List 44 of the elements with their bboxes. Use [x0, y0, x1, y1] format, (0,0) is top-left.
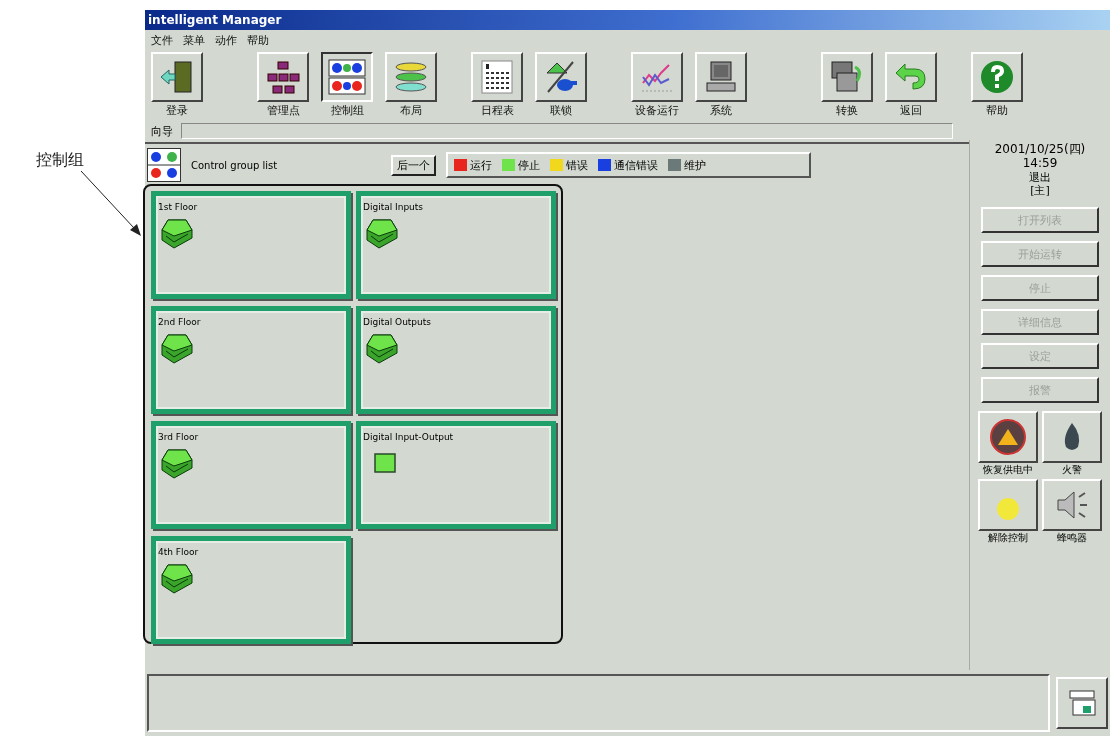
legend-label: 停止: [518, 157, 540, 173]
group-grid-icon: [328, 59, 366, 95]
legend-label: 维护: [684, 157, 706, 173]
group-card[interactable]: 2nd Floor: [151, 306, 351, 414]
group-name: Digital Inputs: [363, 202, 425, 212]
logout-link[interactable]: 退出: [1029, 170, 1051, 184]
power-restore-icon: [988, 417, 1028, 458]
date-text: 2001/10/25(四): [994, 142, 1086, 157]
keyboard-window-icon: [1067, 688, 1097, 718]
legend-label: 错误: [566, 157, 588, 173]
group-card[interactable]: 4th Floor: [151, 536, 351, 644]
menu-item[interactable]: 帮助: [247, 32, 269, 48]
computer-icon: [703, 59, 739, 95]
door-icon: [159, 59, 195, 95]
menu-item[interactable]: 菜单: [183, 32, 205, 48]
next-button[interactable]: 后一个: [391, 154, 436, 176]
annotation-label: 控制组: [36, 150, 84, 171]
panel-title: Control group list: [191, 159, 279, 171]
help-icon: [979, 59, 1015, 95]
group-name: 4th Floor: [158, 547, 200, 557]
user-text: [主]: [1030, 183, 1050, 198]
group-name: 1st Floor: [158, 202, 199, 212]
control-group-icon: [147, 148, 181, 182]
group-name: Digital Outputs: [363, 317, 432, 327]
group-card[interactable]: 1st Floor: [151, 191, 351, 299]
menu-item[interactable]: 动作: [215, 32, 237, 48]
hierarchy-icon: [265, 59, 301, 95]
group-name: 2nd Floor: [158, 317, 202, 327]
group-card[interactable]: Digital Input-Output: [356, 421, 556, 529]
group-name: Digital Input-Output: [363, 432, 455, 442]
annotation-arrow: [80, 170, 142, 238]
menu-item[interactable]: 文件: [151, 32, 173, 48]
window-title: intelligent Manager: [148, 13, 282, 27]
guide-label: 向导: [151, 123, 173, 139]
group-card[interactable]: Digital Outputs: [356, 306, 556, 414]
time-text: 14:59: [1022, 156, 1058, 171]
group-card[interactable]: Digital Inputs: [356, 191, 556, 299]
group-name: 3rd Floor: [158, 432, 200, 442]
group-card[interactable]: 3rd Floor: [151, 421, 351, 529]
legend-label: 通信错误: [614, 157, 658, 173]
layers-icon: [393, 59, 429, 95]
keyboard-button[interactable]: [1056, 677, 1108, 729]
legend-label: 运行: [470, 157, 492, 173]
calendar-icon: [480, 59, 514, 95]
